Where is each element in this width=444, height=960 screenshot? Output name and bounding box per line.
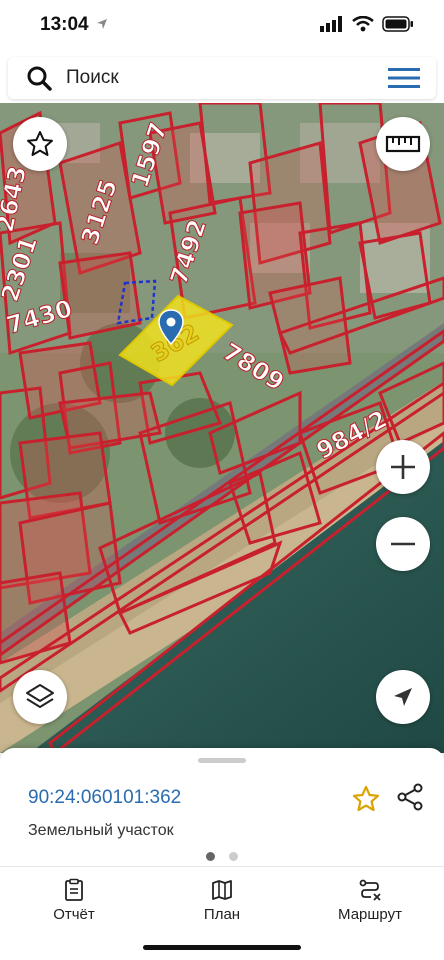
menu-icon[interactable] xyxy=(388,67,420,89)
divider xyxy=(0,866,444,867)
layers-icon xyxy=(26,684,54,708)
tab-route-label: Маршрут xyxy=(338,906,402,923)
signal-icon xyxy=(320,16,342,32)
home-indicator xyxy=(143,945,301,950)
favorite-star-icon[interactable] xyxy=(351,784,381,814)
tab-report[interactable]: Отчёт xyxy=(14,878,134,928)
minus-icon xyxy=(391,542,415,546)
layers-button[interactable] xyxy=(13,670,67,724)
ruler-icon xyxy=(385,135,421,153)
navigation-arrow-icon xyxy=(394,688,412,706)
wifi-icon xyxy=(352,16,374,32)
location-pin-icon xyxy=(158,309,184,345)
plus-icon xyxy=(391,455,415,479)
star-outline-icon xyxy=(27,131,53,156)
status-time: 13:04 xyxy=(40,14,89,35)
search-bar[interactable]: Поиск xyxy=(8,57,436,99)
route-icon xyxy=(359,879,381,901)
map-plan-icon xyxy=(212,880,232,900)
search-icon xyxy=(27,66,52,91)
object-type: Земельный участок xyxy=(28,822,174,839)
page-dot-active xyxy=(206,852,215,861)
report-icon xyxy=(65,878,83,901)
tab-report-label: Отчёт xyxy=(53,906,95,923)
share-icon[interactable] xyxy=(395,782,425,812)
status-icons xyxy=(320,16,414,32)
sheet-handle[interactable] xyxy=(198,758,246,763)
parcel-info-sheet[interactable]: 90:24:060101:362 Земельный участок Отчёт… xyxy=(0,748,444,960)
ruler-button[interactable] xyxy=(376,117,430,171)
status-bar: 13:04 xyxy=(0,0,444,52)
zoom-out-button[interactable] xyxy=(376,517,430,571)
zoom-in-button[interactable] xyxy=(376,440,430,494)
location-arrow-icon xyxy=(97,19,107,29)
tab-route[interactable]: Маршрут xyxy=(310,878,430,928)
tab-plan[interactable]: План xyxy=(162,878,282,928)
cadastral-number[interactable]: 90:24:060101:362 xyxy=(28,787,181,809)
tab-plan-label: План xyxy=(203,906,241,923)
cadastral-map[interactable]: 2643 1597 3125 2301 7492 7430 7809 984/2… xyxy=(0,103,444,753)
battery-icon xyxy=(382,16,413,32)
favorite-layer-button[interactable] xyxy=(13,117,67,171)
page-dot xyxy=(229,852,238,861)
my-location-button[interactable] xyxy=(376,670,430,724)
page-indicator xyxy=(206,852,238,861)
search-input[interactable]: Поиск xyxy=(66,67,119,89)
